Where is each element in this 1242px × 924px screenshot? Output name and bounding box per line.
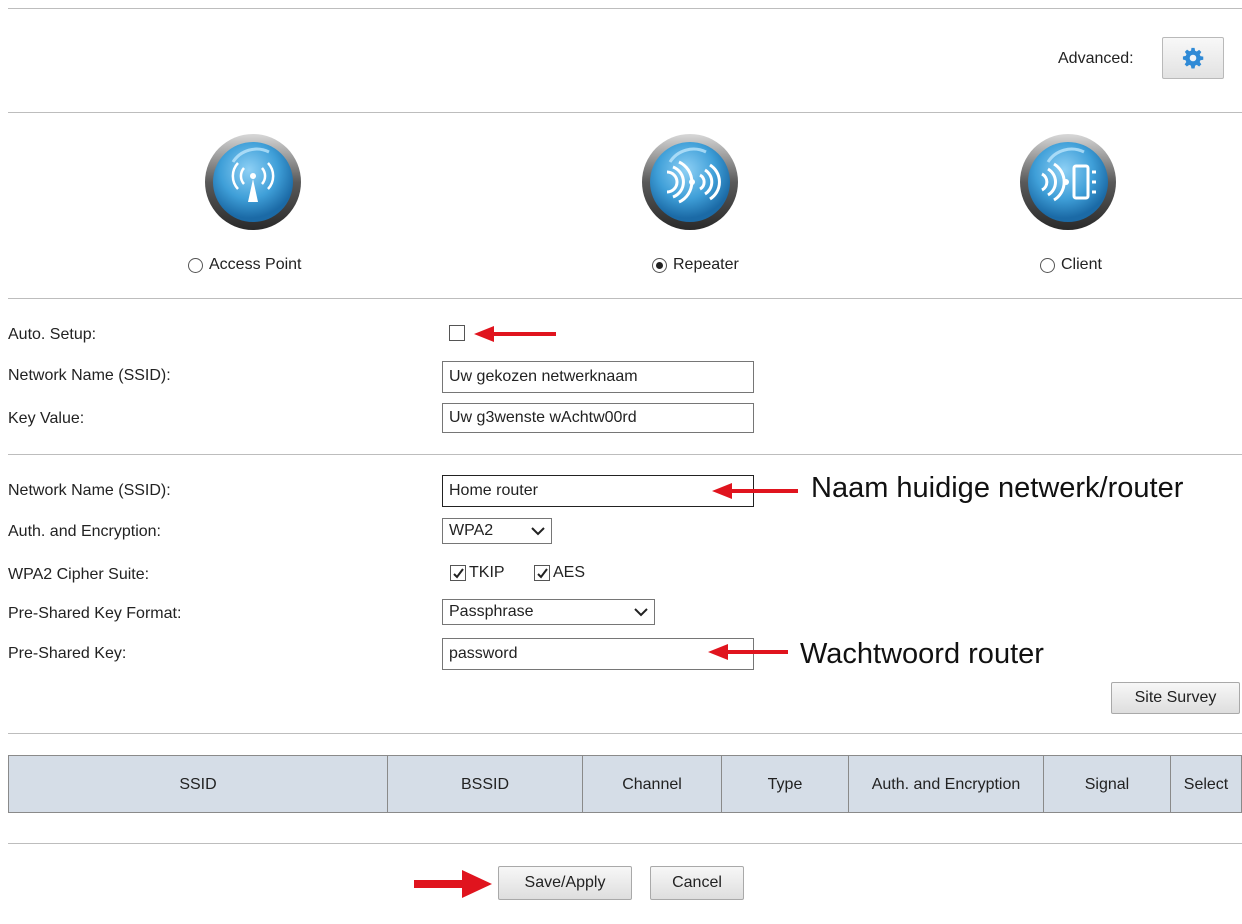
remote-ssid-label: Network Name (SSID): [8, 482, 171, 499]
column-header-select: Select [1170, 755, 1242, 813]
check-icon [452, 567, 464, 579]
chevron-down-icon [531, 527, 545, 536]
annotation-router-name: Naam huidige netwerk/router [811, 472, 1184, 504]
client-device-icon[interactable] [1018, 132, 1118, 232]
repeater-waves-icon[interactable] [640, 132, 740, 232]
aes-checkbox[interactable] [534, 565, 550, 581]
advanced-label: Advanced: [1058, 50, 1134, 67]
mode-label: Repeater [673, 256, 739, 273]
column-header-ssid: SSID [8, 755, 388, 813]
mode-access-point[interactable]: Access Point [188, 256, 301, 274]
cancel-button[interactable]: Cancel [650, 866, 744, 900]
mode-client[interactable]: Client [1040, 256, 1102, 274]
divider [8, 298, 1242, 299]
site-survey-button[interactable]: Site Survey [1111, 682, 1240, 714]
chevron-down-icon [634, 608, 648, 617]
divider [8, 733, 1242, 734]
local-ssid-input[interactable]: Uw gekozen netwerknaam [442, 361, 754, 393]
advanced-settings-button[interactable] [1162, 37, 1224, 79]
mode-label: Access Point [209, 256, 302, 273]
auto-setup-checkbox[interactable] [449, 325, 465, 341]
column-header-bssid: BSSID [387, 755, 583, 813]
divider [8, 454, 1242, 455]
tkip-label: TKIP [469, 564, 505, 581]
tkip-checkbox[interactable] [450, 565, 466, 581]
annotation-router-password: Wachtwoord router [800, 638, 1044, 670]
auto-setup-label: Auto. Setup: [8, 326, 97, 343]
auth-encryption-label: Auth. and Encryption: [8, 523, 161, 540]
save-apply-button[interactable]: Save/Apply [498, 866, 632, 900]
column-header-auth: Auth. and Encryption [848, 755, 1044, 813]
key-value-label: Key Value: [8, 410, 85, 427]
red-arrow-icon [414, 870, 492, 898]
divider [8, 8, 1242, 9]
remote-ssid-input[interactable]: Home router [442, 475, 754, 507]
column-header-type: Type [721, 755, 849, 813]
red-arrow-icon [712, 483, 798, 499]
psk-format-label: Pre-Shared Key Format: [8, 605, 182, 622]
repeater-radio[interactable] [652, 257, 667, 273]
table-header-row: SSID BSSID Channel Type Auth. and Encryp… [8, 755, 1242, 813]
psk-label: Pre-Shared Key: [8, 645, 127, 662]
mode-label: Client [1061, 256, 1102, 273]
divider [8, 112, 1242, 113]
client-radio[interactable] [1040, 257, 1055, 273]
red-arrow-icon [474, 326, 556, 342]
key-value-input[interactable]: Uw g3wenste wAchtw00rd [442, 403, 754, 433]
column-header-signal: Signal [1043, 755, 1171, 813]
cipher-suite-label: WPA2 Cipher Suite: [8, 566, 150, 583]
local-ssid-label: Network Name (SSID): [8, 367, 171, 384]
aes-label: AES [553, 564, 586, 581]
access-point-radio[interactable] [188, 257, 203, 273]
auth-encryption-select[interactable]: WPA2 [442, 518, 552, 544]
check-icon [536, 567, 548, 579]
aes-option[interactable]: AES [534, 564, 585, 582]
psk-format-select[interactable]: Passphrase [442, 599, 655, 625]
gear-icon [1182, 47, 1204, 69]
auth-encryption-value: WPA2 [449, 522, 494, 539]
site-survey-table: SSID BSSID Channel Type Auth. and Encryp… [8, 755, 1242, 813]
broadcast-tower-icon[interactable] [203, 132, 303, 232]
red-arrow-icon [708, 644, 788, 660]
mode-repeater[interactable]: Repeater [652, 256, 739, 274]
tkip-option[interactable]: TKIP [450, 564, 505, 582]
divider [8, 843, 1242, 844]
psk-format-value: Passphrase [449, 603, 534, 620]
column-header-channel: Channel [582, 755, 722, 813]
